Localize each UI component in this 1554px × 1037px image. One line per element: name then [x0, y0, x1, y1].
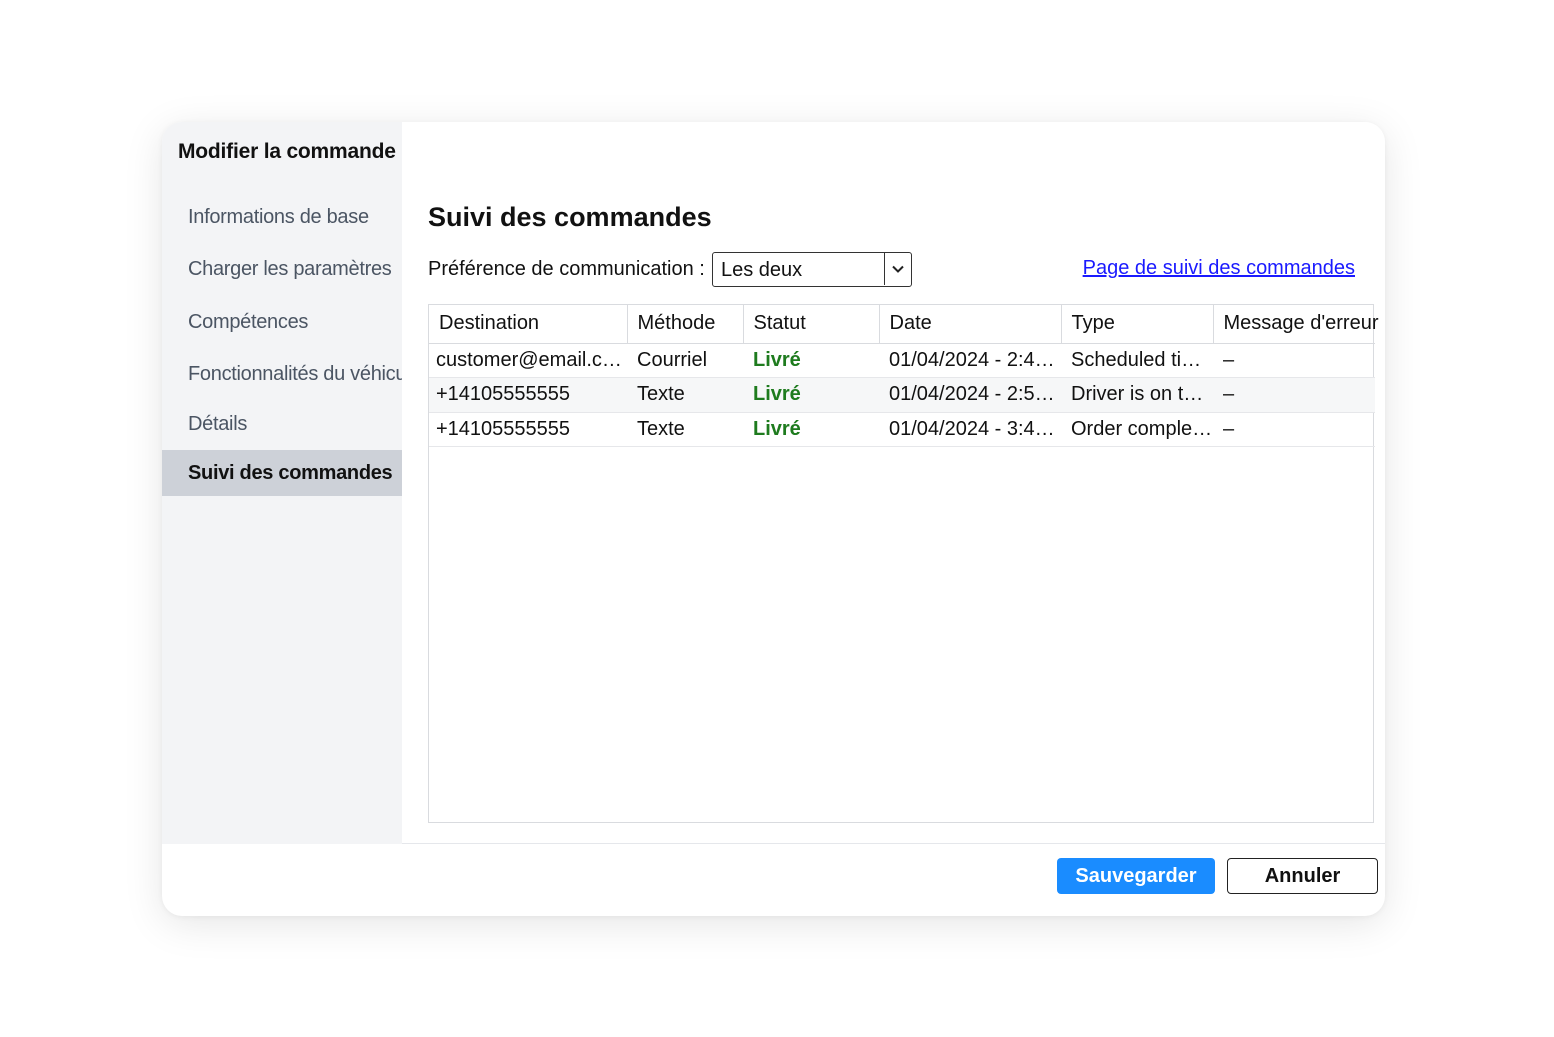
- cell-status: Livré: [743, 412, 879, 447]
- cell-type: Order comple…: [1061, 412, 1213, 447]
- cell-method: Courriel: [627, 343, 743, 378]
- sidebar-item-vehicle-features[interactable]: Fonctionnalités du véhicule: [162, 351, 421, 397]
- cancel-button[interactable]: Annuler: [1227, 858, 1378, 894]
- cell-type: Scheduled ti…: [1061, 343, 1213, 378]
- cell-error-message: –: [1213, 377, 1375, 413]
- cell-status: Livré: [743, 343, 879, 378]
- sidebar-item-load-settings[interactable]: Charger les paramètres: [162, 246, 402, 292]
- sidebar-item-order-tracking[interactable]: Suivi des commandes: [162, 450, 402, 496]
- tracking-page-link[interactable]: Page de suivi des commandes: [1083, 257, 1355, 280]
- column-header-destination[interactable]: Destination: [429, 305, 628, 344]
- dialog-title: Modifier la commande: [178, 140, 396, 163]
- column-header-date[interactable]: Date: [879, 305, 1062, 344]
- cell-date: 01/04/2024 - 3:4…: [879, 412, 1061, 447]
- cell-error-message: –: [1213, 343, 1375, 378]
- cell-error-message: –: [1213, 412, 1375, 447]
- table-header-row: Destination Méthode Statut Date Type Mes…: [429, 305, 1379, 344]
- chevron-down-icon[interactable]: [884, 253, 911, 285]
- cell-status: Livré: [743, 377, 879, 413]
- select-value: Les deux: [721, 259, 803, 281]
- cell-date: 01/04/2024 - 2:5…: [879, 377, 1061, 413]
- sidebar-item-details[interactable]: Détails: [162, 401, 402, 447]
- table-row[interactable]: +14105555555 Texte Livré 01/04/2024 - 3:…: [429, 412, 1375, 447]
- column-header-error-message[interactable]: Message d'erreur: [1213, 305, 1379, 344]
- cell-method: Texte: [627, 412, 743, 447]
- save-button[interactable]: Sauvegarder: [1057, 858, 1215, 894]
- communication-preference-label: Préférence de communication :: [428, 258, 705, 280]
- edit-order-dialog: Modifier la commande Informations de bas…: [162, 122, 1385, 916]
- communication-preference-select[interactable]: Les deux: [712, 252, 912, 287]
- footer-divider: [402, 843, 1385, 844]
- sidebar: Modifier la commande Informations de bas…: [162, 122, 421, 844]
- table-row[interactable]: customer@email.com Courriel Livré 01/04/…: [429, 343, 1375, 378]
- page-title: Suivi des commandes: [428, 202, 712, 232]
- cell-date: 01/04/2024 - 2:4…: [879, 343, 1061, 378]
- column-header-type[interactable]: Type: [1061, 305, 1214, 344]
- cell-destination: customer@email.com: [429, 343, 627, 378]
- cell-type: Driver is on th…: [1061, 377, 1213, 413]
- sidebar-item-basic-info[interactable]: Informations de base: [162, 194, 402, 240]
- table-row[interactable]: +14105555555 Texte Livré 01/04/2024 - 2:…: [429, 377, 1375, 413]
- sidebar-item-skills[interactable]: Compétences: [162, 299, 402, 345]
- cell-destination: +14105555555: [429, 377, 627, 413]
- tracking-table: Destination Méthode Statut Date Type Mes…: [428, 304, 1379, 823]
- cell-method: Texte: [627, 377, 743, 413]
- main-panel: Suivi des commandes Préférence de commun…: [402, 122, 1385, 844]
- cell-destination: +14105555555: [429, 412, 627, 447]
- column-header-method[interactable]: Méthode: [627, 305, 744, 344]
- column-header-status[interactable]: Statut: [743, 305, 880, 344]
